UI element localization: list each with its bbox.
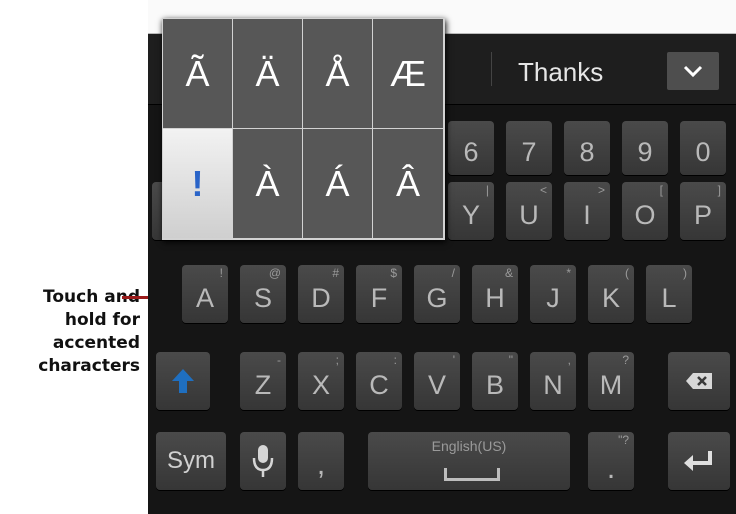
period-key[interactable]: "?. (588, 432, 634, 490)
key-d[interactable]: # D (298, 265, 344, 323)
callout-line-4: characters (38, 356, 140, 376)
key-9[interactable]: 9 (622, 121, 668, 175)
space-key[interactable]: English(US) (368, 432, 570, 490)
accent-exclamation-selected[interactable]: ! (163, 129, 232, 238)
shift-arrow-icon (172, 369, 194, 393)
suggestion-divider (491, 52, 492, 86)
key-s[interactable]: @ S (240, 265, 286, 323)
key-k[interactable]: (K (588, 265, 634, 323)
callout-annotation: Touch and hold for accented characters (0, 286, 140, 378)
accent-ae-ligature[interactable]: Æ (373, 19, 443, 128)
key-x[interactable]: ; X (298, 352, 344, 410)
enter-icon (684, 451, 712, 471)
suggestion-word[interactable]: Thanks (518, 52, 603, 92)
voice-input-key[interactable] (240, 432, 286, 490)
key-h[interactable]: & H (472, 265, 518, 323)
key-0[interactable]: 0 (680, 121, 726, 175)
key-o[interactable]: [O (622, 182, 668, 240)
accented-characters-popup: Ã Ä Å Æ ! À Á Â (162, 18, 445, 240)
key-8[interactable]: 8 (564, 121, 610, 175)
callout-line-3: accented (52, 333, 140, 353)
accent-a-umlaut[interactable]: Ä (233, 19, 302, 128)
key-y[interactable]: | Y (448, 182, 494, 240)
key-z[interactable]: -Z (240, 352, 286, 410)
expand-suggestions-button[interactable] (667, 52, 719, 90)
key-g[interactable]: / G (414, 265, 460, 323)
key-m[interactable]: ? M (588, 352, 634, 410)
key-l[interactable]: ) L (646, 265, 692, 323)
accent-a-tilde[interactable]: Ã (163, 19, 232, 128)
key-n[interactable]: ,N (530, 352, 576, 410)
sym-key[interactable]: Sym (156, 432, 226, 490)
accent-a-grave[interactable]: À (233, 129, 302, 238)
callout-line-1: Touch and (43, 287, 140, 307)
enter-key[interactable] (668, 432, 730, 490)
shift-key[interactable] (156, 352, 210, 410)
key-u[interactable]: < U (506, 182, 552, 240)
key-i[interactable]: > I (564, 182, 610, 240)
accent-a-circumflex[interactable]: Â (373, 129, 443, 238)
key-c[interactable]: :C (356, 352, 402, 410)
accent-a-ring[interactable]: Å (303, 19, 372, 128)
accent-a-acute[interactable]: Á (303, 129, 372, 238)
key-b[interactable]: " B (472, 352, 518, 410)
key-j[interactable]: * J (530, 265, 576, 323)
key-f[interactable]: $ F (356, 265, 402, 323)
key-p[interactable]: ] P (680, 182, 726, 240)
key-7[interactable]: 7 (506, 121, 552, 175)
comma-key[interactable]: , (298, 432, 344, 490)
backspace-key[interactable] (668, 352, 730, 410)
key-6[interactable]: 6 (448, 121, 494, 175)
chevron-down-icon (683, 65, 703, 77)
key-v[interactable]: ' V (414, 352, 460, 410)
space-bar-icon (444, 468, 500, 481)
callout-line-2: hold for (64, 310, 140, 330)
keyboard-screen: Thanks 6 7 8 9 0 | Y < U > I [O ] P ! A @ S # D… (148, 0, 736, 514)
backspace-icon (686, 373, 712, 389)
key-a[interactable]: ! A (182, 265, 228, 323)
microphone-icon (252, 445, 274, 477)
